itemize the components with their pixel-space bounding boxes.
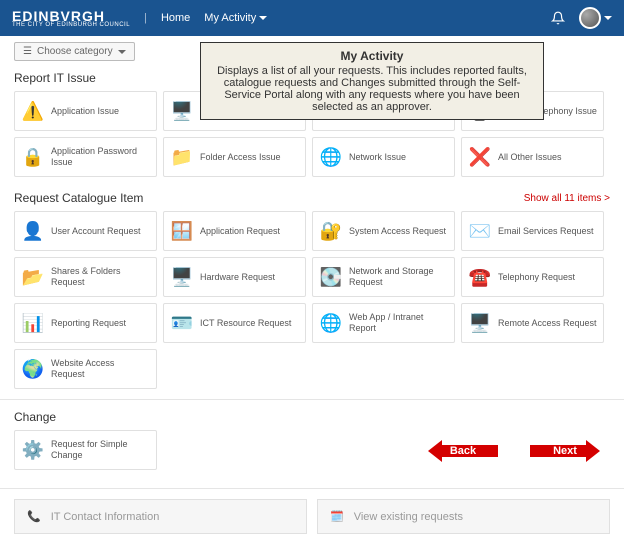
section-title-change: Change [14, 410, 56, 424]
logo: EDINBVRGH THE CITY OF EDINBURGH COUNCIL [12, 8, 130, 28]
request-card[interactable]: 👤 User Account Request [14, 211, 157, 251]
change-icon: ⚙️ [21, 438, 45, 462]
request-icon: 🪪 [170, 311, 194, 335]
report-label: Application Password Issue [51, 146, 150, 168]
report-card[interactable]: ❌ All Other Issues [461, 137, 604, 177]
footer-view-existing[interactable]: 🗓️ View existing requests [317, 499, 610, 534]
request-card[interactable]: 📊 Reporting Request [14, 303, 157, 343]
request-label: ICT Resource Request [200, 318, 291, 329]
section-title-report: Report IT Issue [14, 71, 96, 85]
report-icon: 🔒 [21, 145, 45, 169]
footer-row: 📞 IT Contact Information 🗓️ View existin… [0, 488, 624, 550]
request-card[interactable]: 🌐 Web App / Intranet Report [312, 303, 455, 343]
bell-icon[interactable] [551, 11, 565, 25]
avatar [579, 7, 601, 29]
report-label: All Other Issues [498, 152, 562, 163]
request-icon: 🖥️ [170, 265, 194, 289]
footer-view-existing-label: View existing requests [354, 511, 463, 523]
caret-down-icon [604, 16, 612, 20]
section-request: Request Catalogue Item Show all 11 items… [0, 187, 624, 399]
lines-icon: ☰ [23, 46, 32, 57]
next-label: Next [553, 445, 577, 457]
caret-down-icon [118, 50, 126, 54]
category-dropdown[interactable]: ☰ Choose category [14, 42, 135, 61]
report-label: Application Issue [51, 106, 119, 117]
logo-subtext: THE CITY OF EDINBURGH COUNCIL [12, 22, 130, 28]
report-icon: 📁 [170, 145, 194, 169]
request-icon: ☎️ [468, 265, 492, 289]
request-label: Web App / Intranet Report [349, 312, 448, 334]
footer-contact-label: IT Contact Information [51, 511, 160, 523]
report-icon: 🌐 [319, 145, 343, 169]
request-card[interactable]: 🔐 System Access Request [312, 211, 455, 251]
request-label: System Access Request [349, 226, 446, 237]
nav-my-activity-label: My Activity [204, 12, 256, 24]
request-label: Website Access Request [51, 358, 150, 380]
phone-icon: 📞 [27, 510, 41, 523]
request-label: Reporting Request [51, 318, 126, 329]
app-header: EDINBVRGH THE CITY OF EDINBURGH COUNCIL … [0, 0, 624, 36]
footer-contact[interactable]: 📞 IT Contact Information [14, 499, 307, 534]
request-card[interactable]: 📂 Shares & Folders Request [14, 257, 157, 297]
request-card[interactable]: 🪟 Application Request [163, 211, 306, 251]
next-button[interactable]: Next [530, 440, 600, 462]
request-label: Application Request [200, 226, 280, 237]
request-icon: 👤 [21, 219, 45, 243]
show-all-link[interactable]: Show all 11 items > [524, 193, 610, 204]
request-icon: ✉️ [468, 219, 492, 243]
request-label: Hardware Request [200, 272, 275, 283]
list-icon: 🗓️ [330, 510, 344, 523]
request-icon: 🖥️ [468, 311, 492, 335]
nav-separator: | [144, 12, 147, 24]
category-label: Choose category [37, 46, 113, 57]
report-card[interactable]: 🌐 Network Issue [312, 137, 455, 177]
request-card[interactable]: 🪪 ICT Resource Request [163, 303, 306, 343]
request-label: Remote Access Request [498, 318, 597, 329]
report-label: Network Issue [349, 152, 406, 163]
request-label: Telephony Request [498, 272, 575, 283]
back-label: Back [450, 445, 476, 457]
request-label: Network and Storage Request [349, 266, 448, 288]
request-icon: 💽 [319, 265, 343, 289]
tooltip-title: My Activity [209, 49, 535, 63]
request-card[interactable]: 🖥️ Hardware Request [163, 257, 306, 297]
nav-my-activity[interactable]: My Activity [204, 12, 267, 24]
report-icon: ⚠️ [21, 99, 45, 123]
section-title-request: Request Catalogue Item [14, 191, 143, 205]
request-card[interactable]: 🖥️ Remote Access Request [461, 303, 604, 343]
grid-request: 👤 User Account Request 🪟 Application Reques… [14, 211, 610, 389]
request-label: Shares & Folders Request [51, 266, 150, 288]
request-card[interactable]: ✉️ Email Services Request [461, 211, 604, 251]
request-icon: 🌍 [21, 357, 45, 381]
main-nav: | Home My Activity [144, 12, 267, 24]
request-card[interactable]: 💽 Network and Storage Request [312, 257, 455, 297]
caret-down-icon [259, 16, 267, 20]
request-icon: 🪟 [170, 219, 194, 243]
nav-home[interactable]: Home [161, 12, 190, 24]
report-card[interactable]: 🔒 Application Password Issue [14, 137, 157, 177]
request-card[interactable]: ☎️ Telephony Request [461, 257, 604, 297]
report-icon: 🖥️ [170, 99, 194, 123]
tooltip-body: Displays a list of all your requests. Th… [209, 65, 535, 113]
report-card[interactable]: ⚠️ Application Issue [14, 91, 157, 131]
request-icon: 🔐 [319, 219, 343, 243]
report-icon: ❌ [468, 145, 492, 169]
report-label: Folder Access Issue [200, 152, 281, 163]
user-menu[interactable] [579, 7, 612, 29]
my-activity-tooltip: My Activity Displays a list of all your … [200, 42, 544, 120]
request-card[interactable]: 🌍 Website Access Request [14, 349, 157, 389]
change-card[interactable]: ⚙️ Request for Simple Change [14, 430, 157, 470]
grid-change: ⚙️ Request for Simple Change [14, 430, 610, 470]
request-label: Email Services Request [498, 226, 594, 237]
change-label: Request for Simple Change [51, 439, 150, 461]
request-icon: 📊 [21, 311, 45, 335]
request-label: User Account Request [51, 226, 141, 237]
header-right [551, 7, 612, 29]
request-icon: 🌐 [319, 311, 343, 335]
report-card[interactable]: 📁 Folder Access Issue [163, 137, 306, 177]
request-icon: 📂 [21, 265, 45, 289]
back-button[interactable]: Back [428, 440, 498, 462]
